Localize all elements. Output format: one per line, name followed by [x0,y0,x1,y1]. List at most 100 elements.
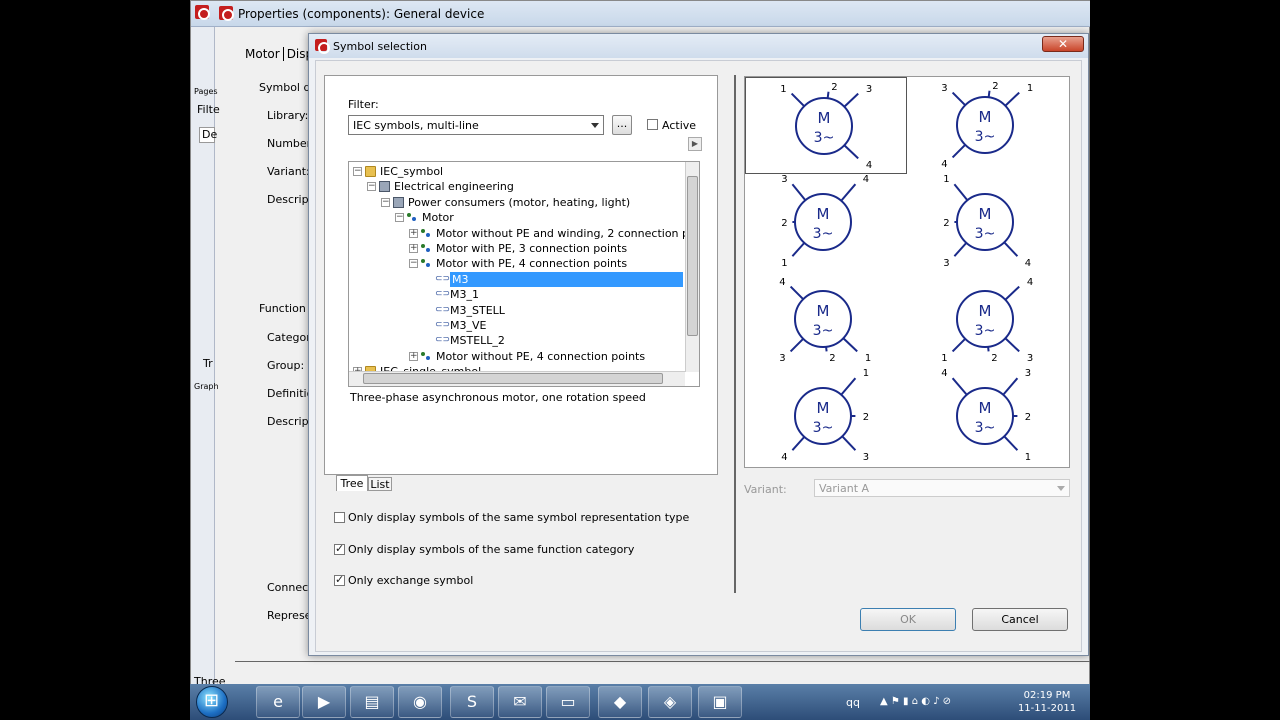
active-checkbox[interactable] [647,119,658,130]
symbol-tree[interactable]: − IEC_symbol − Electrical engineering − Power… [348,161,700,387]
pin-number: 2 [781,218,787,229]
tree-item-label: MSTELL_2 [450,334,505,348]
symbol-preview-cell[interactable]: 1 2 3 4 M 3~ [907,174,1069,271]
motor-symbol-icon: 3 4 2 1 M 3~ [781,174,869,269]
symbol-preview-cell[interactable]: 1 2 4 3 M 3~ [745,368,907,465]
symbol-icon: ⊂⊃ [435,320,451,330]
dialog-titlebar[interactable]: Symbol selection ✕ [309,34,1088,58]
collapse-icon[interactable]: − [409,259,418,269]
expand-icon[interactable]: + [409,228,418,238]
tree-vscroll-thumb[interactable] [687,176,698,336]
file-explorer-icon[interactable]: ▤ [350,686,394,718]
motor-symbol-icon: 4 3 2 1 M 3~ [779,277,871,364]
same-representation-checkbox[interactable] [334,512,345,523]
motor-symbol-icon: 4 1 2 3 M 3~ [941,277,1033,364]
filter-dropdown[interactable]: IEC symbols, multi-line [348,115,604,135]
dialog-title: Symbol selection [333,40,427,53]
pin-number: 3 [863,452,869,463]
panel-divider[interactable] [734,75,736,593]
tab-motor[interactable]: Motor [245,47,280,61]
pin-number: 3 [1027,353,1033,364]
firefox-icon[interactable]: ◉ [398,686,442,718]
folder-icon [365,166,376,177]
tree-item[interactable]: + Motor with PE, 3 connection points [349,241,683,256]
symbol-preview-cell[interactable]: 4 3 2 1 M 3~ [745,271,907,368]
divider-line [235,661,1090,662]
start-button[interactable] [196,686,228,718]
tree-item[interactable]: ⊂⊃ MSTELL_2 [349,333,683,348]
symbol-preview-cell[interactable]: 1 2 3 4 M 3~ [745,77,907,174]
pin-number: 2 [1025,412,1031,423]
pin-number: 2 [831,82,837,93]
group-icon [421,350,432,362]
pin-number: 3 [781,174,787,185]
expand-icon[interactable]: + [409,351,418,361]
tree-item[interactable]: − Electrical engineering [349,179,683,194]
tree-item[interactable]: ⊂⊃ M3_VE [349,318,683,333]
symbol-preview-cell[interactable]: 4 3 2 1 M 3~ [907,368,1069,465]
tree-item[interactable]: − Motor [349,210,683,225]
pin-number: 3 [941,83,947,94]
tree-item-label: Motor [422,211,454,225]
tree-hscroll-thumb[interactable] [363,373,663,384]
variant-dropdown[interactable]: Variant A [814,479,1070,497]
pin-number: 4 [781,452,787,463]
navigate-forward-button[interactable]: ▶ [688,137,702,151]
chevron-down-icon [591,123,599,128]
collapse-icon[interactable]: − [353,167,362,176]
properties-titlebar: Properties (components): General device [191,1,1090,27]
variant-value: Variant A [819,482,870,495]
collapse-icon[interactable]: − [381,197,390,207]
tree-horizontal-scrollbar[interactable] [349,371,685,386]
pin-number: 3 [1025,368,1031,379]
tab-tree[interactable]: Tree [336,475,368,491]
motor-letter: M [979,205,992,223]
close-button[interactable]: ✕ [1042,36,1084,52]
same-function-category-checkbox[interactable] [334,542,345,555]
symbol-preview-cell[interactable]: 4 1 2 3 M 3~ [907,271,1069,368]
pin-number: 1 [781,258,787,269]
filter-dropdown-bg[interactable]: De [199,127,217,143]
tree-item[interactable]: − Motor with PE, 4 connection points [349,256,683,271]
tree-item-label: Motor with PE, 3 connection points [436,242,628,255]
tree-item[interactable]: + Motor without PE, 4 connection points [349,349,683,364]
system-clock[interactable]: 02:19 PM 11-11-2011 [1012,689,1082,715]
expand-icon[interactable]: + [409,244,418,253]
outlook-icon[interactable]: ✉ [498,686,542,718]
pin-number: 3 [866,84,872,95]
collapse-icon[interactable]: − [395,213,404,223]
motor-letter: M [817,302,830,320]
graph-label: Graph [194,382,219,391]
collapse-icon[interactable]: − [367,182,376,192]
app-logo-icon [219,6,234,21]
tree-item[interactable]: − Power consumers (motor, heating, light) [349,195,683,210]
group-icon [421,258,432,270]
only-exchange-checkbox[interactable] [334,573,345,586]
tray-icons[interactable]: ▲ ⚑ ▮ ⌂ ◐ ♪ ⊘ [880,696,951,707]
eplan-app-icon[interactable]: ◆ [598,686,642,718]
tree-item[interactable]: ⊂⊃ M3_1 [349,287,683,302]
symbol-preview-cell[interactable]: 3 4 2 1 M 3~ [745,174,907,271]
tree-item[interactable]: ⊂⊃ M3_STELL [349,303,683,318]
folder-icon[interactable]: ▭ [546,686,590,718]
tree-item-label: M3 [450,271,683,287]
app-menu-icon[interactable] [195,5,210,20]
filter-more-button[interactable]: ... [612,115,632,135]
tab-list[interactable]: List [368,477,392,491]
skype-icon[interactable]: S [450,686,494,718]
paint-app-icon[interactable]: ▣ [698,686,742,718]
tree-tab-bg[interactable]: Tr [203,357,213,370]
tree-item[interactable]: − IEC_symbol [349,164,683,179]
ok-button[interactable]: OK [860,608,956,631]
shield-app-icon[interactable]: ◈ [648,686,692,718]
media-player-icon[interactable]: ▶ [302,686,346,718]
internet-explorer-icon[interactable]: e [256,686,300,718]
pin-number: 1 [1027,83,1033,94]
component-icon [379,181,390,193]
tree-item[interactable]: + Motor without PE and winding, 2 connect… [349,226,699,241]
tree-vertical-scrollbar[interactable] [685,162,699,372]
pin-number: 3 [943,258,949,269]
symbol-preview-cell[interactable]: 3 2 1 4 M 3~ [907,77,1069,174]
tree-item[interactable]: ⊂⊃ M3 [349,271,683,287]
cancel-button[interactable]: Cancel [972,608,1068,631]
